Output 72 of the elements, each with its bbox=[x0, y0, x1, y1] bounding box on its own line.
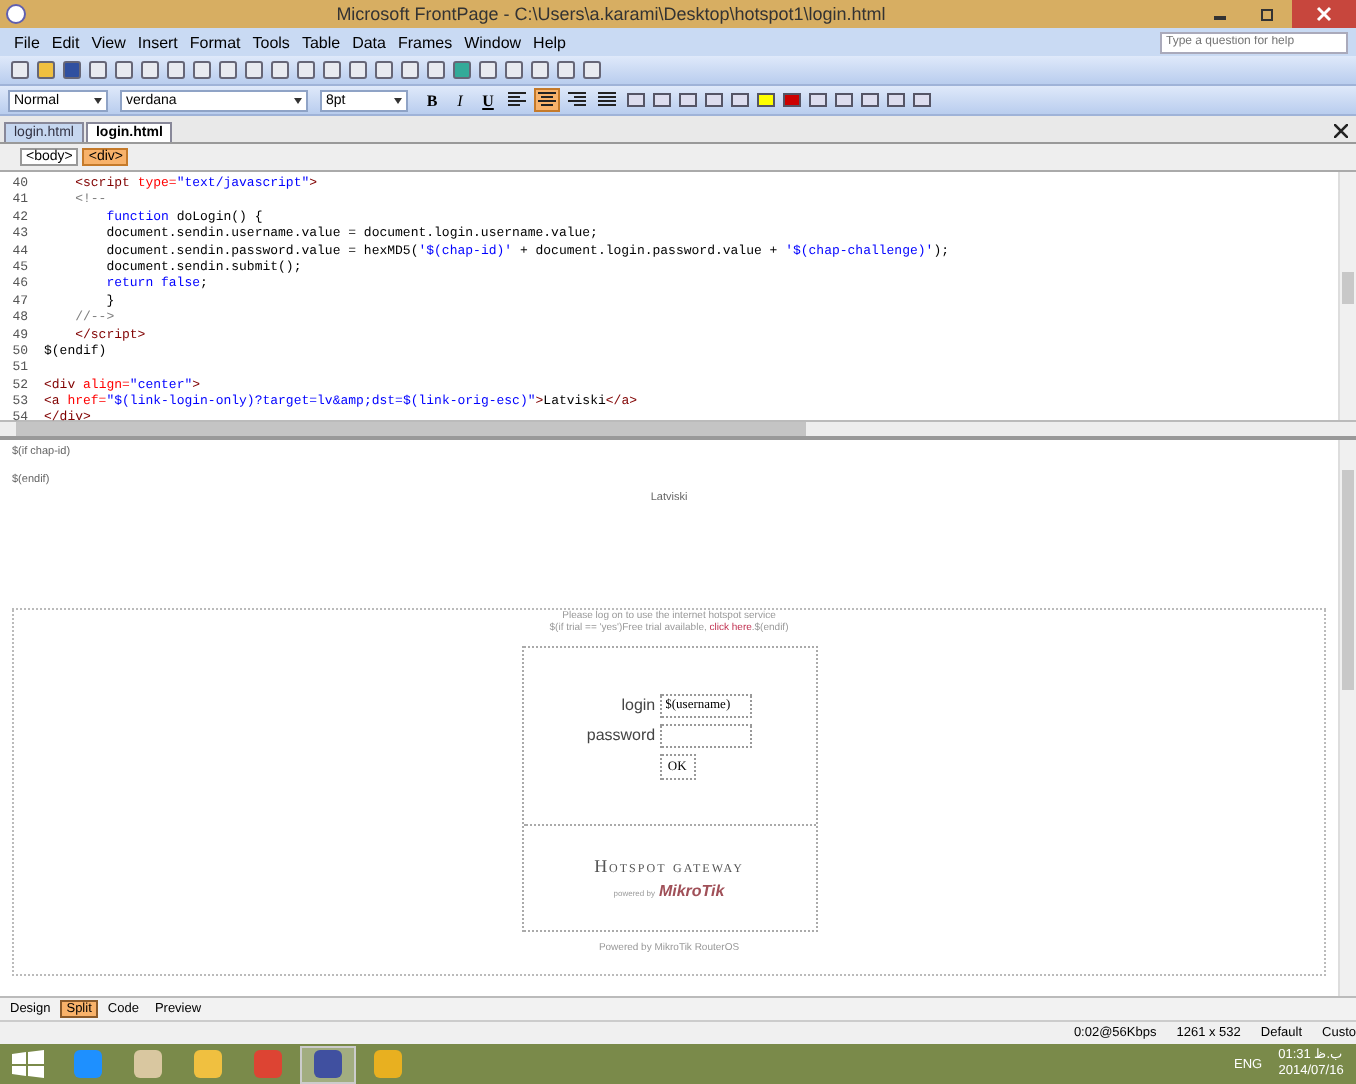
scrollbar[interactable] bbox=[1338, 172, 1356, 420]
password-label: password bbox=[586, 726, 656, 744]
toolbar-icon[interactable] bbox=[60, 59, 82, 81]
toolbar-icon[interactable] bbox=[294, 59, 316, 81]
password-field[interactable] bbox=[659, 723, 752, 747]
toolbar-icon[interactable] bbox=[702, 89, 724, 111]
close-icon bbox=[1316, 6, 1332, 22]
toolbar-icon[interactable] bbox=[164, 59, 186, 81]
align-button[interactable] bbox=[534, 88, 560, 112]
align-button[interactable] bbox=[564, 88, 590, 112]
toolbar-icon[interactable] bbox=[650, 89, 672, 111]
align-justify-icon bbox=[598, 92, 616, 108]
scrollbar[interactable] bbox=[1338, 440, 1356, 996]
menu-item[interactable]: Insert bbox=[131, 33, 184, 51]
menu-item[interactable]: Window bbox=[458, 33, 528, 51]
toolbar-icon[interactable] bbox=[580, 59, 602, 81]
toolbar-icon[interactable] bbox=[216, 59, 238, 81]
window-title: Microsoft FrontPage - C:\Users\a.karami\Desktop\hotspot1\login.html bbox=[334, 4, 888, 24]
toolbar-icon[interactable] bbox=[424, 59, 446, 81]
toolbar-icon[interactable] bbox=[476, 59, 498, 81]
toolbar-icon[interactable] bbox=[754, 89, 776, 111]
toolbar-icon[interactable] bbox=[450, 59, 472, 81]
toolbar-icon[interactable] bbox=[112, 59, 134, 81]
toolbar-icon[interactable] bbox=[528, 59, 550, 81]
toolbar-icon[interactable] bbox=[884, 89, 906, 111]
menu-item[interactable]: Edit bbox=[45, 33, 86, 51]
bold-button[interactable]: B bbox=[420, 88, 444, 112]
restore-icon bbox=[1260, 6, 1276, 22]
toolbar-icon[interactable] bbox=[242, 59, 264, 81]
menu-item[interactable]: Tools bbox=[246, 33, 296, 51]
toolbar-icon[interactable] bbox=[910, 89, 932, 111]
brand-logo: MikroTik bbox=[658, 882, 725, 900]
align-left-icon bbox=[508, 92, 526, 108]
toolbar-icon[interactable] bbox=[832, 89, 854, 111]
horizontal-scrollbar[interactable] bbox=[0, 422, 1356, 440]
toolbar-icon[interactable] bbox=[34, 59, 56, 81]
menu-item[interactable]: File bbox=[8, 33, 46, 51]
menu-item[interactable]: Data bbox=[346, 33, 392, 51]
taskbar-app-icon[interactable] bbox=[300, 1045, 356, 1083]
toolbar-icon[interactable] bbox=[728, 89, 750, 111]
gateway-title: Hotspot gateway bbox=[594, 856, 744, 876]
toolbar-icon[interactable] bbox=[190, 59, 212, 81]
toolbar-icon[interactable] bbox=[676, 89, 698, 111]
align-button[interactable] bbox=[594, 88, 620, 112]
toolbar-icon[interactable] bbox=[86, 59, 108, 81]
toolbar-icon[interactable] bbox=[372, 59, 394, 81]
menu-item[interactable]: Help bbox=[527, 33, 572, 51]
toolbar-icon[interactable] bbox=[8, 59, 30, 81]
menu-item[interactable]: View bbox=[85, 33, 132, 51]
toolbar-icon[interactable] bbox=[806, 89, 828, 111]
close-button[interactable] bbox=[1292, 0, 1356, 28]
italic-button[interactable]: I bbox=[448, 88, 472, 112]
align-center-icon bbox=[538, 92, 556, 108]
app-icon bbox=[6, 4, 26, 24]
menu-item[interactable]: Table bbox=[295, 33, 347, 51]
windows-logo-icon bbox=[12, 1050, 44, 1078]
toolbar-icon[interactable] bbox=[346, 59, 368, 81]
menu-item[interactable]: Format bbox=[183, 33, 247, 51]
toolbar-icon[interactable] bbox=[858, 89, 880, 111]
toolbar-icon[interactable] bbox=[554, 59, 576, 81]
underline-button[interactable]: U bbox=[476, 88, 500, 112]
toolbar-icon[interactable] bbox=[268, 59, 290, 81]
toolbar-icon[interactable] bbox=[502, 59, 524, 81]
menu-item[interactable]: Frames bbox=[391, 33, 459, 51]
align-button[interactable] bbox=[504, 88, 530, 112]
login-label: login bbox=[619, 696, 656, 714]
toolbar-icon[interactable] bbox=[138, 59, 160, 81]
toolbar-icon[interactable] bbox=[398, 59, 420, 81]
toolbar-icon[interactable] bbox=[624, 89, 646, 111]
toolbar-icon[interactable] bbox=[780, 89, 802, 111]
toolbar-icon[interactable] bbox=[320, 59, 342, 81]
align-right-icon bbox=[568, 92, 586, 108]
